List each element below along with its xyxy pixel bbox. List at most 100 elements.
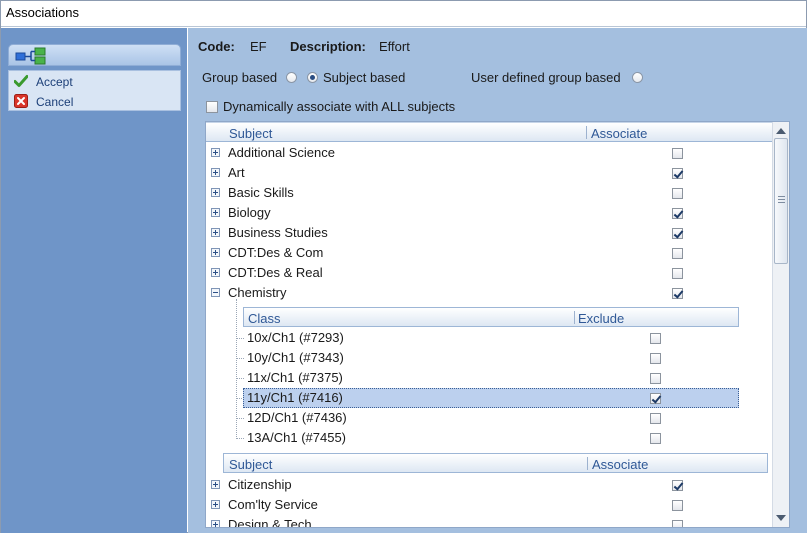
sidebar-actions: Accept Cancel xyxy=(8,70,181,111)
subject-name: Basic Skills xyxy=(228,185,294,200)
exclude-checkbox[interactable] xyxy=(650,353,661,364)
associate-checkbox[interactable] xyxy=(672,228,683,239)
associate-checkbox[interactable] xyxy=(672,500,683,511)
header-separator xyxy=(587,457,588,470)
class-column-header: Class Exclude xyxy=(243,307,739,327)
code-value: EF xyxy=(250,39,267,54)
expand-icon[interactable] xyxy=(211,188,220,197)
dynamic-associate-checkbox[interactable] xyxy=(206,101,218,113)
associate-header-label[interactable]: Associate xyxy=(591,126,647,141)
associate-checkbox[interactable] xyxy=(672,520,683,527)
associate-checkbox[interactable] xyxy=(672,248,683,259)
exclude-checkbox[interactable] xyxy=(650,413,661,424)
exclude-checkbox[interactable] xyxy=(650,393,661,404)
expand-icon[interactable] xyxy=(211,480,220,489)
subject-column-header: Subject Associate xyxy=(206,122,772,142)
class-name: 10y/Ch1 (#7343) xyxy=(247,350,344,365)
subject-column-header-repeat: Subject Associate xyxy=(223,453,768,473)
subject-row[interactable]: Design & Tech xyxy=(206,515,772,528)
subject-name: Design & Tech xyxy=(228,517,312,528)
expand-icon[interactable] xyxy=(211,148,220,157)
window-title: Associations xyxy=(1,1,806,27)
vertical-scrollbar[interactable] xyxy=(772,122,789,527)
subject-name: Citizenship xyxy=(228,477,292,492)
subject-grid: Subject Associate Additional Science Art… xyxy=(205,121,790,528)
expand-icon[interactable] xyxy=(211,228,220,237)
dynamic-associate-label: Dynamically associate with ALL subjects xyxy=(223,99,456,114)
associate-header-label[interactable]: Associate xyxy=(592,457,648,472)
expand-icon[interactable] xyxy=(211,208,220,217)
class-row[interactable]: 13A/Ch1 (#7455) xyxy=(243,428,739,448)
subject-row[interactable]: Art xyxy=(206,163,772,183)
description-label: Description: xyxy=(290,39,366,54)
scroll-down-icon[interactable] xyxy=(776,515,786,521)
collapse-icon[interactable] xyxy=(211,288,220,297)
subject-based-radio[interactable] xyxy=(307,72,318,83)
accept-button[interactable]: Accept xyxy=(14,72,174,91)
class-name: 12D/Ch1 (#7436) xyxy=(247,410,347,425)
subject-name: Com'lty Service xyxy=(228,497,318,512)
associate-checkbox[interactable] xyxy=(672,208,683,219)
subject-header-label[interactable]: Subject xyxy=(229,457,272,472)
subject-row[interactable]: Basic Skills xyxy=(206,183,772,203)
group-based-label: Group based xyxy=(202,70,278,85)
class-row[interactable]: 11x/Ch1 (#7375) xyxy=(243,368,739,388)
subject-name: Additional Science xyxy=(228,145,335,160)
class-name: 11y/Ch1 (#7416) xyxy=(247,390,343,405)
subject-name: CDT:Des & Real xyxy=(228,265,323,280)
subject-name: Art xyxy=(228,165,245,180)
class-row-selected[interactable]: 11y/Ch1 (#7416) xyxy=(243,388,739,408)
grip-line xyxy=(778,199,785,200)
expand-icon[interactable] xyxy=(211,520,220,527)
expand-icon[interactable] xyxy=(211,248,220,257)
class-name: 10x/Ch1 (#7293) xyxy=(247,330,344,345)
subject-row[interactable]: Biology xyxy=(206,203,772,223)
associations-window: Associations Accept Cancel Code: EF Desc… xyxy=(0,0,807,533)
subject-row[interactable]: Com'lty Service xyxy=(206,495,772,515)
associate-checkbox[interactable] xyxy=(672,188,683,199)
subject-name: Business Studies xyxy=(228,225,328,240)
associate-checkbox[interactable] xyxy=(672,288,683,299)
exclude-checkbox[interactable] xyxy=(650,433,661,444)
code-label: Code: xyxy=(198,39,235,54)
associate-checkbox[interactable] xyxy=(672,268,683,279)
sidebar-header xyxy=(8,44,181,66)
expand-icon[interactable] xyxy=(211,268,220,277)
grip-line xyxy=(778,202,785,203)
associate-checkbox[interactable] xyxy=(672,168,683,179)
subject-row[interactable]: CDT:Des & Real xyxy=(206,263,772,283)
associate-checkbox[interactable] xyxy=(672,480,683,491)
header-separator xyxy=(586,126,587,139)
class-row[interactable]: 10x/Ch1 (#7293) xyxy=(243,328,739,348)
subject-header-label[interactable]: Subject xyxy=(229,126,272,141)
exclude-checkbox[interactable] xyxy=(650,373,661,384)
user-defined-radio[interactable] xyxy=(632,72,643,83)
cancel-button[interactable]: Cancel xyxy=(14,92,174,111)
cancel-icon xyxy=(14,94,28,108)
group-based-radio[interactable] xyxy=(286,72,297,83)
subject-name: Biology xyxy=(228,205,271,220)
checkmark-icon xyxy=(14,75,28,87)
subject-row-chemistry[interactable]: Chemistry xyxy=(206,283,772,303)
subject-row[interactable]: Business Studies xyxy=(206,223,772,243)
associate-checkbox[interactable] xyxy=(672,148,683,159)
subject-row[interactable]: Additional Science xyxy=(206,143,772,163)
subject-name: Chemistry xyxy=(228,285,287,300)
scroll-thumb[interactable] xyxy=(774,138,788,264)
expand-icon[interactable] xyxy=(211,500,220,509)
class-header-label[interactable]: Class xyxy=(248,311,281,326)
scroll-up-icon[interactable] xyxy=(776,128,786,134)
cancel-label: Cancel xyxy=(36,95,74,109)
subject-based-label: Subject based xyxy=(323,70,406,85)
class-name: 11x/Ch1 (#7375) xyxy=(247,370,343,385)
expand-icon[interactable] xyxy=(211,168,220,177)
exclude-header-label[interactable]: Exclude xyxy=(578,311,624,326)
user-defined-label: User defined group based xyxy=(471,70,621,85)
class-row[interactable]: 12D/Ch1 (#7436) xyxy=(243,408,739,428)
subject-name: CDT:Des & Com xyxy=(228,245,324,260)
subject-row[interactable]: Citizenship xyxy=(206,475,772,495)
exclude-checkbox[interactable] xyxy=(650,333,661,344)
class-row[interactable]: 10y/Ch1 (#7343) xyxy=(243,348,739,368)
sidebar: Accept Cancel xyxy=(1,28,187,533)
subject-row[interactable]: CDT:Des & Com xyxy=(206,243,772,263)
